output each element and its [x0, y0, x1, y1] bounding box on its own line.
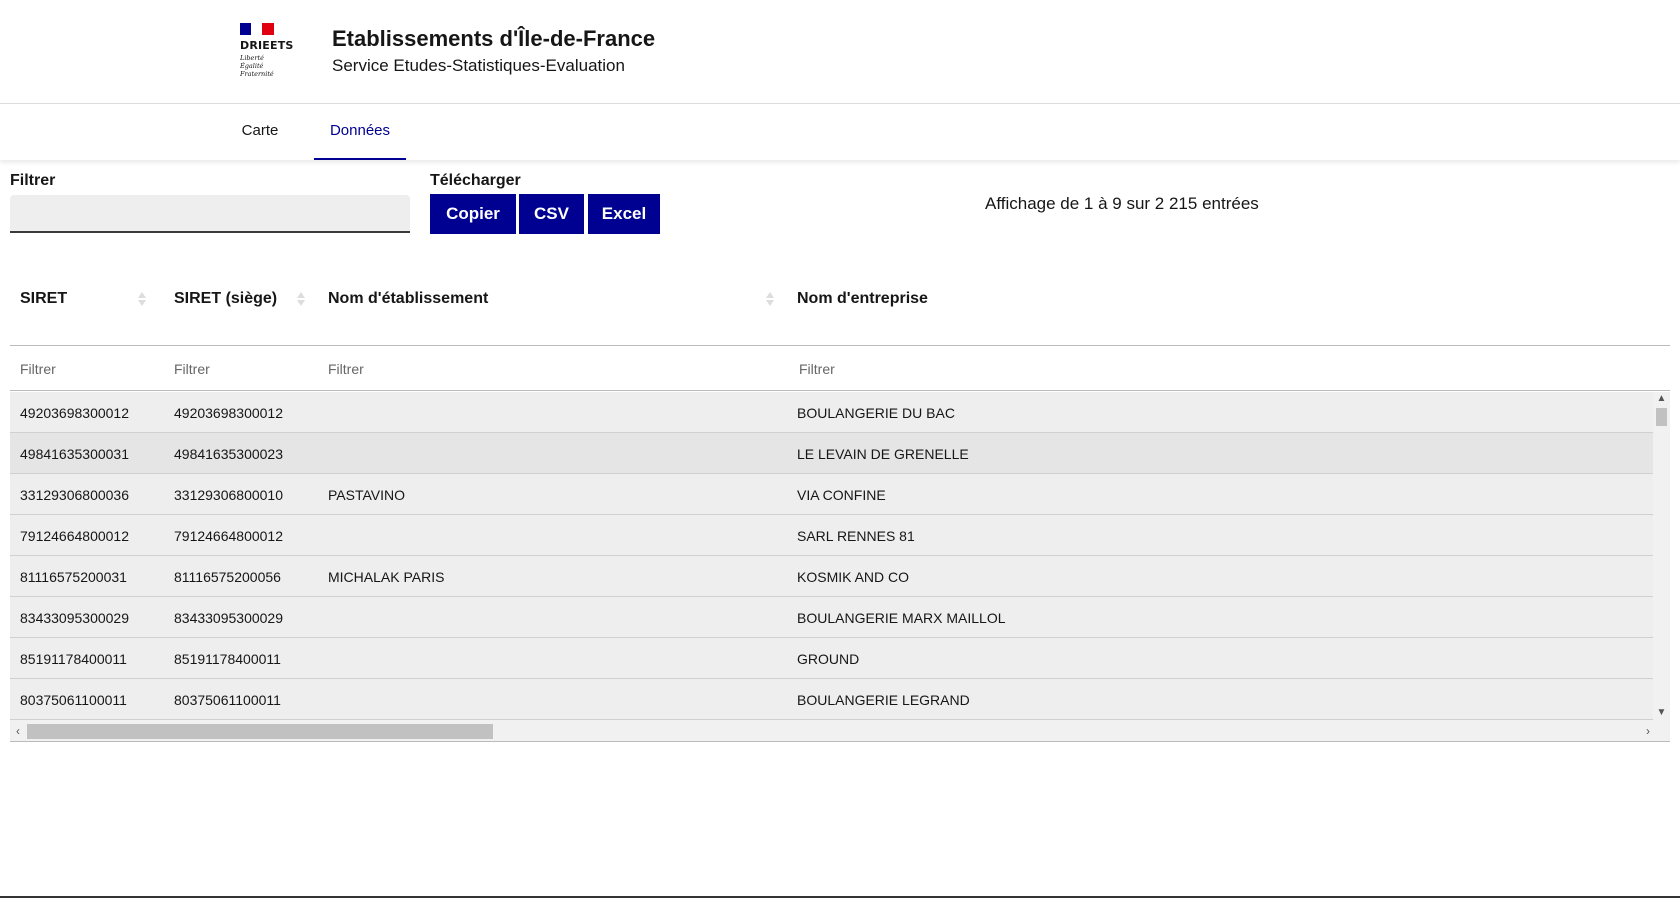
scroll-right-icon[interactable]: › [1640, 720, 1656, 742]
cell-siret-siege: 33129306800010 [174, 487, 284, 503]
cell-siret-siege: 83433095300029 [174, 610, 284, 626]
vertical-scroll-thumb[interactable] [1656, 408, 1667, 426]
cell-siret-siege: 80375061100011 [174, 692, 281, 708]
cell-siret: 79124664800012 [20, 528, 130, 544]
horizontal-scroll-thumb[interactable] [27, 724, 493, 739]
cell-siret: 33129306800036 [20, 487, 130, 503]
vertical-scrollbar[interactable]: ▲ ▼ [1653, 392, 1670, 720]
table-row[interactable]: 49841635300031 49841635300023 LE LEVAIN … [10, 433, 1653, 474]
column-filter-nom-etablissement[interactable] [328, 355, 768, 383]
cell-nom-entreprise: BOULANGERIE LEGRAND [797, 692, 970, 708]
table-row[interactable]: 80375061100011 80375061100011 BOULANGERI… [10, 679, 1653, 720]
cell-nom-etablissement: PASTAVINO [328, 487, 406, 503]
table-row[interactable]: 83433095300029 83433095300029 BOULANGERI… [10, 597, 1653, 638]
copy-button[interactable]: Copier [430, 194, 516, 234]
cell-nom-entreprise: BOULANGERIE MARX MAILLOL [797, 610, 1006, 626]
cell-siret-siege: 49203698300012 [174, 405, 284, 421]
horizontal-scrollbar[interactable]: ‹ › [10, 720, 1670, 742]
drieets-logo[interactable]: DRIEETS Liberté Égalité Fraternité [240, 23, 296, 83]
column-filter-siret-siege[interactable] [174, 355, 314, 383]
table-row[interactable]: 85191178400011 85191178400011 GROUND [10, 638, 1653, 679]
table-body: 49203698300012 49203698300012 BOULANGERI… [10, 392, 1653, 720]
french-flag-icon [240, 23, 274, 35]
global-filter-input[interactable] [10, 195, 410, 233]
column-header-siret[interactable]: SIRET [20, 290, 67, 308]
scroll-down-icon[interactable]: ▼ [1653, 706, 1670, 720]
data-table: SIRET SIRET (siège) Nom d'établissement … [10, 250, 1670, 742]
excel-button[interactable]: Excel [588, 194, 660, 234]
cell-nom-entreprise: BOULANGERIE DU BAC [797, 405, 955, 421]
sort-icon[interactable] [766, 290, 774, 308]
cell-siret: 80375061100011 [20, 692, 127, 708]
download-label: Télécharger [430, 172, 521, 189]
site-subtitle: Service Etudes-Statistiques-Evaluation [332, 56, 625, 75]
table-row[interactable]: 79124664800012 79124664800012 SARL RENNE… [10, 515, 1653, 556]
tab-carte[interactable]: Carte [240, 105, 280, 160]
table-info: Affichage de 1 à 9 sur 2 215 entrées [985, 194, 1259, 213]
site-title[interactable]: Etablissements d'Île-de-France [332, 26, 655, 52]
column-filter-row [10, 347, 1670, 391]
csv-button[interactable]: CSV [519, 194, 584, 234]
cell-siret: 83433095300029 [20, 610, 130, 626]
column-header-siret-siege[interactable]: SIRET (siège) [174, 290, 277, 308]
cell-nom-entreprise: SARL RENNES 81 [797, 528, 915, 544]
main-nav: Carte Données [0, 105, 1680, 160]
scroll-left-icon[interactable]: ‹ [10, 720, 26, 742]
cell-nom-entreprise: GROUND [797, 651, 860, 667]
cell-siret: 49841635300031 [20, 446, 130, 462]
column-filter-siret[interactable] [20, 355, 160, 383]
logo-motto: Liberté Égalité Fraternité [240, 54, 274, 78]
sort-icon[interactable] [297, 290, 305, 308]
cell-siret-siege: 49841635300023 [174, 446, 284, 462]
cell-siret: 85191178400011 [20, 651, 127, 667]
cell-siret: 81116575200031 [20, 569, 127, 585]
logo-name: DRIEETS [240, 39, 294, 52]
tab-donnees[interactable]: Données [314, 105, 406, 160]
column-filter-nom-entreprise[interactable] [799, 355, 1239, 383]
site-header: DRIEETS Liberté Égalité Fraternité Etabl… [0, 0, 1680, 104]
cell-siret-siege: 79124664800012 [174, 528, 284, 544]
table-row[interactable]: 33129306800036 33129306800010 PASTAVINO … [10, 474, 1653, 515]
cell-siret: 49203698300012 [20, 405, 130, 421]
cell-siret-siege: 81116575200056 [174, 569, 281, 585]
table-row[interactable]: 49203698300012 49203698300012 BOULANGERI… [10, 392, 1653, 433]
cell-nom-entreprise: KOSMIK AND CO [797, 569, 910, 585]
cell-nom-entreprise: VIA CONFINE [797, 487, 886, 503]
table-header: SIRET SIRET (siège) Nom d'établissement … [10, 250, 1670, 346]
sort-icon[interactable] [138, 290, 146, 308]
scroll-up-icon[interactable]: ▲ [1653, 392, 1670, 406]
filter-label: Filtrer [10, 172, 56, 189]
column-header-nom-entreprise[interactable]: Nom d'entreprise [797, 290, 928, 308]
column-header-nom-etablissement[interactable]: Nom d'établissement [328, 290, 488, 308]
cell-nom-etablissement: MICHALAK PARIS [328, 569, 445, 585]
cell-nom-entreprise: LE LEVAIN DE GRENELLE [797, 446, 969, 462]
cell-siret-siege: 85191178400011 [174, 651, 281, 667]
table-row[interactable]: 81116575200031 81116575200056 MICHALAK P… [10, 556, 1653, 597]
